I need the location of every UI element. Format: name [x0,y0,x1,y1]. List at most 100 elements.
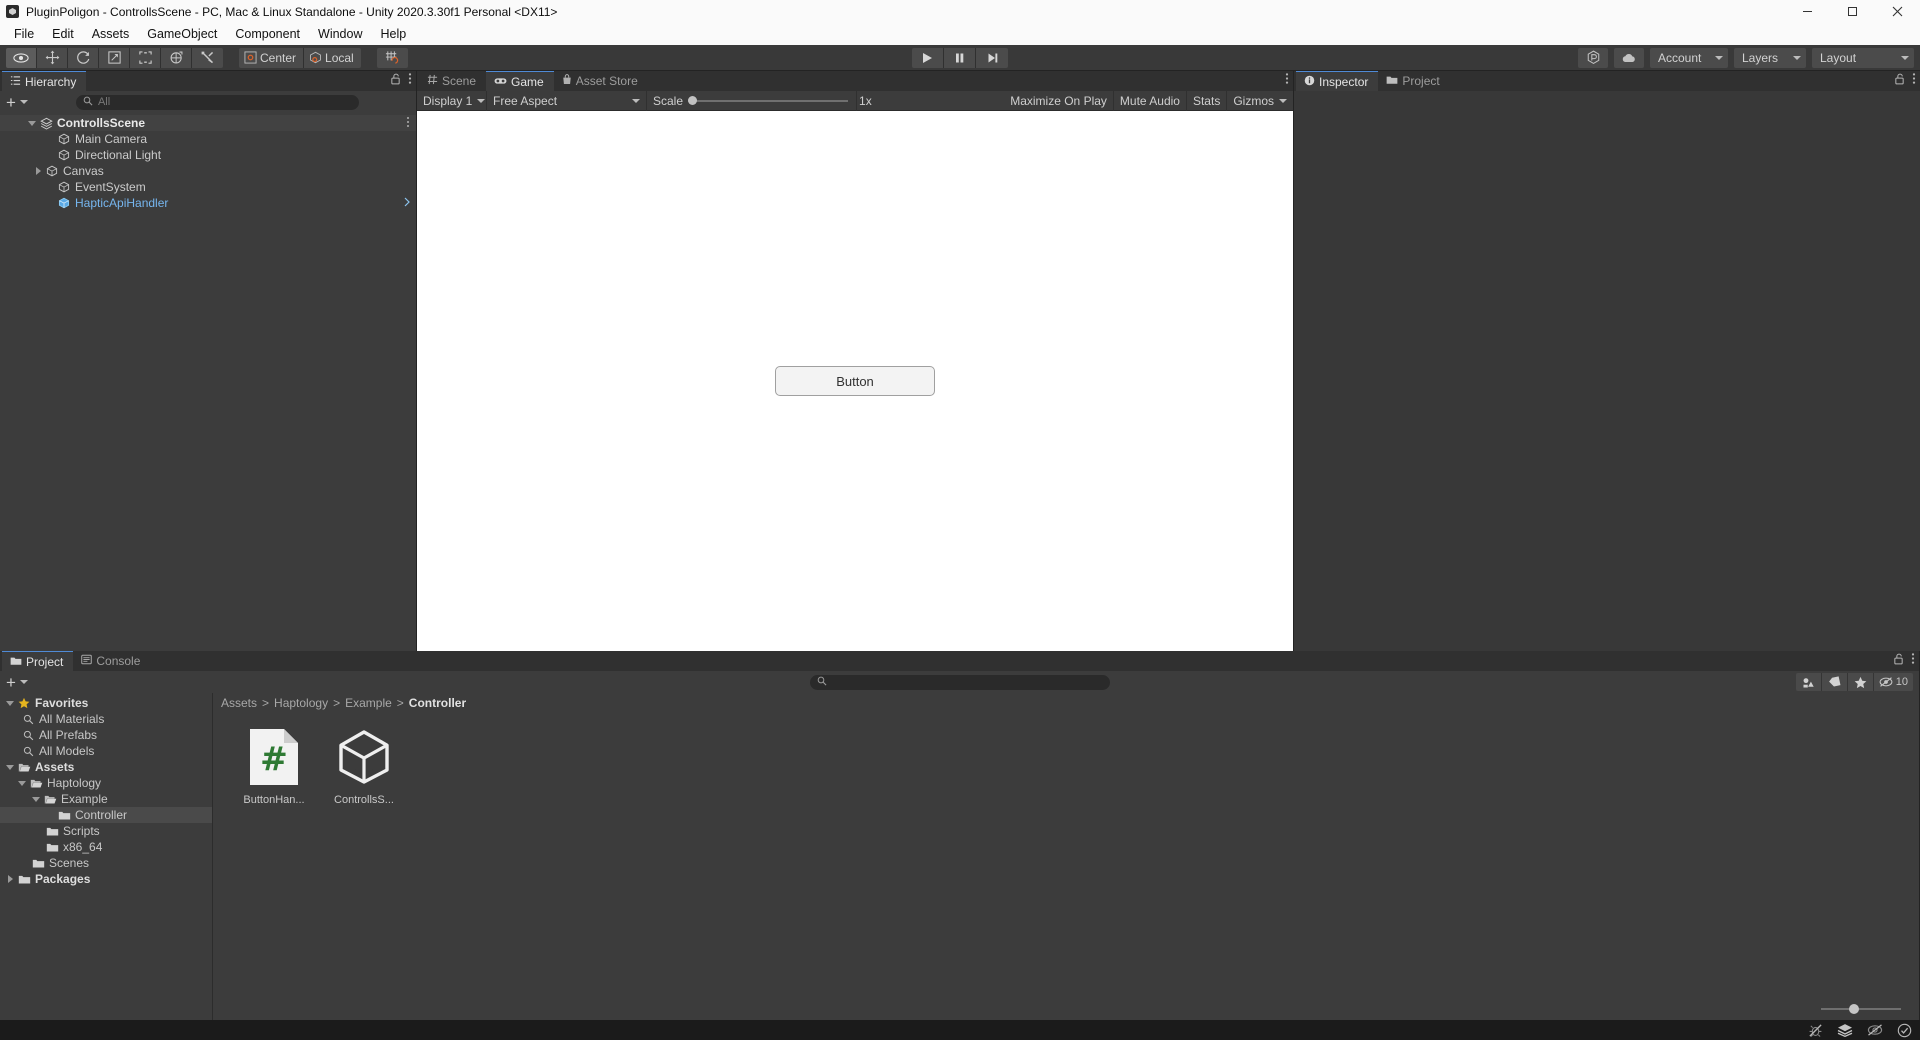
stats-toggle[interactable]: Stats [1187,90,1228,111]
asset-type-filter-icon[interactable] [1795,673,1822,691]
breadcrumb-item-example[interactable]: Example [345,696,392,710]
project-row-controller[interactable]: Controller [0,807,212,823]
pivot-rotation-button[interactable]: Local [304,47,361,68]
menu-edit[interactable]: Edit [43,25,83,43]
hierarchy-add-button[interactable]: + [6,94,28,111]
twirl-down-icon[interactable] [4,700,16,706]
project-row-assets[interactable]: Assets [0,759,212,775]
project-folder-tree[interactable]: Favorites All Materials All Prefabs All … [0,693,213,1020]
plastic-scm-icon[interactable] [1578,47,1608,68]
tab-inspector[interactable]: Inspector [1296,71,1379,91]
layout-dropdown[interactable]: Layout [1812,47,1914,68]
rotate-tool-button[interactable] [68,47,99,68]
hierarchy-row-canvas[interactable]: Canvas [0,163,416,179]
project-row-all-prefabs[interactable]: All Prefabs [0,727,212,743]
debug-bug-muted-icon[interactable] [1808,1023,1823,1038]
gizmos-dropdown[interactable]: Gizmos [1227,91,1293,111]
preview-eye-muted-icon[interactable] [1867,1023,1883,1037]
menu-assets[interactable]: Assets [83,25,139,43]
lock-open-icon[interactable] [1893,652,1904,670]
hierarchy-row-scene[interactable]: ControllsScene [0,115,416,131]
pause-button[interactable] [944,47,976,68]
hierarchy-row-directional-light[interactable]: Directional Light [0,147,416,163]
breadcrumb-item-assets[interactable]: Assets [221,696,257,710]
hidden-packages-icon[interactable]: 10 [1873,673,1913,691]
check-circle-icon[interactable] [1897,1023,1912,1038]
project-row-haptology[interactable]: Haptology [0,775,212,791]
project-row-all-materials[interactable]: All Materials [0,711,212,727]
breadcrumb-item-haptology[interactable]: Haptology [274,696,328,710]
rect-transform-tool-button[interactable] [130,47,161,68]
move-tool-button[interactable] [37,47,68,68]
menu-component[interactable]: Component [226,25,309,43]
tab-project-right[interactable]: Project [1378,71,1449,91]
label-filter-icon[interactable] [1821,673,1848,691]
aspect-dropdown[interactable]: Free Aspect [487,90,647,111]
project-search-input[interactable] [809,674,1110,690]
transform-tool-button[interactable] [161,47,192,68]
project-row-scenes[interactable]: Scenes [0,855,212,871]
project-row-scripts[interactable]: Scripts [0,823,212,839]
prefab-open-arrow-icon[interactable] [404,197,410,210]
tab-scene[interactable]: Scene [419,71,486,91]
hierarchy-search-input[interactable]: All [75,94,359,110]
close-button[interactable] [1875,0,1920,23]
tab-game[interactable]: Game [486,71,554,91]
scale-tool-button[interactable] [99,47,130,68]
kebab-menu-icon[interactable] [408,72,412,90]
kebab-menu-icon[interactable] [1911,652,1915,670]
hierarchy-row-eventsystem[interactable]: EventSystem [0,179,416,195]
kebab-menu-icon[interactable] [406,116,410,131]
custom-editor-tool-button[interactable] [192,47,223,68]
project-row-example[interactable]: Example [0,791,212,807]
project-row-favorites[interactable]: Favorites [0,695,212,711]
asset-item-controllsscene[interactable]: ControllsS... [325,725,403,806]
asset-grid[interactable]: # ButtonHan... ControllsS... [213,713,1919,998]
menu-file[interactable]: File [5,25,43,43]
asset-item-buttonhandler[interactable]: # ButtonHan... [235,725,313,806]
tab-asset-store[interactable]: Asset Store [554,71,648,91]
hierarchy-row-main-camera[interactable]: Main Camera [0,131,416,147]
menu-window[interactable]: Window [309,25,371,43]
tab-console[interactable]: Console [73,651,150,671]
twirl-right-icon[interactable] [4,875,16,883]
asset-zoom-slider[interactable] [1821,1004,1901,1014]
play-button[interactable] [912,47,944,68]
layers-dropdown[interactable]: Layers [1734,47,1806,68]
lock-open-icon[interactable] [390,72,401,90]
hierarchy-tree[interactable]: ControllsScene Main Camera Directional L… [0,113,416,651]
twirl-down-icon[interactable] [30,796,42,802]
project-row-all-models[interactable]: All Models [0,743,212,759]
layers-stack-icon[interactable] [1837,1023,1853,1037]
tab-project[interactable]: Project [2,651,74,671]
twirl-right-icon[interactable] [32,167,44,175]
ingame-button[interactable]: Button [775,366,935,396]
breadcrumb-item-controller[interactable]: Controller [409,696,466,710]
menu-help[interactable]: Help [371,25,415,43]
mute-audio-toggle[interactable]: Mute Audio [1114,90,1187,111]
scale-slider[interactable] [688,96,849,105]
step-button[interactable] [976,47,1008,68]
hierarchy-row-hapticapihandler[interactable]: HapticApiHandler [0,195,416,211]
account-dropdown[interactable]: Account [1650,47,1728,68]
game-view-canvas[interactable]: Button [417,111,1293,651]
twirl-down-icon[interactable] [26,120,38,126]
display-dropdown[interactable]: Display 1 [417,90,487,111]
project-row-packages[interactable]: Packages [0,871,212,887]
scale-slider-group[interactable]: Scale 1x [647,90,872,111]
minimize-button[interactable] [1785,0,1830,23]
grid-snap-icon-button[interactable] [376,47,408,68]
favorite-filter-icon[interactable] [1847,673,1874,691]
maximize-button[interactable] [1830,0,1875,23]
lock-open-icon[interactable] [1894,72,1905,90]
tab-hierarchy[interactable]: Hierarchy [2,71,87,91]
project-row-x86-64[interactable]: x86_64 [0,839,212,855]
pivot-mode-button[interactable]: Center [239,47,305,68]
project-add-button[interactable]: + [6,674,28,691]
kebab-menu-icon[interactable] [1912,72,1916,90]
maximize-on-play-toggle[interactable]: Maximize On Play [1004,90,1114,111]
twirl-down-icon[interactable] [16,780,28,786]
twirl-down-icon[interactable] [4,764,16,770]
hand-tool-button[interactable] [6,47,37,68]
kebab-menu-icon[interactable] [1285,72,1289,90]
